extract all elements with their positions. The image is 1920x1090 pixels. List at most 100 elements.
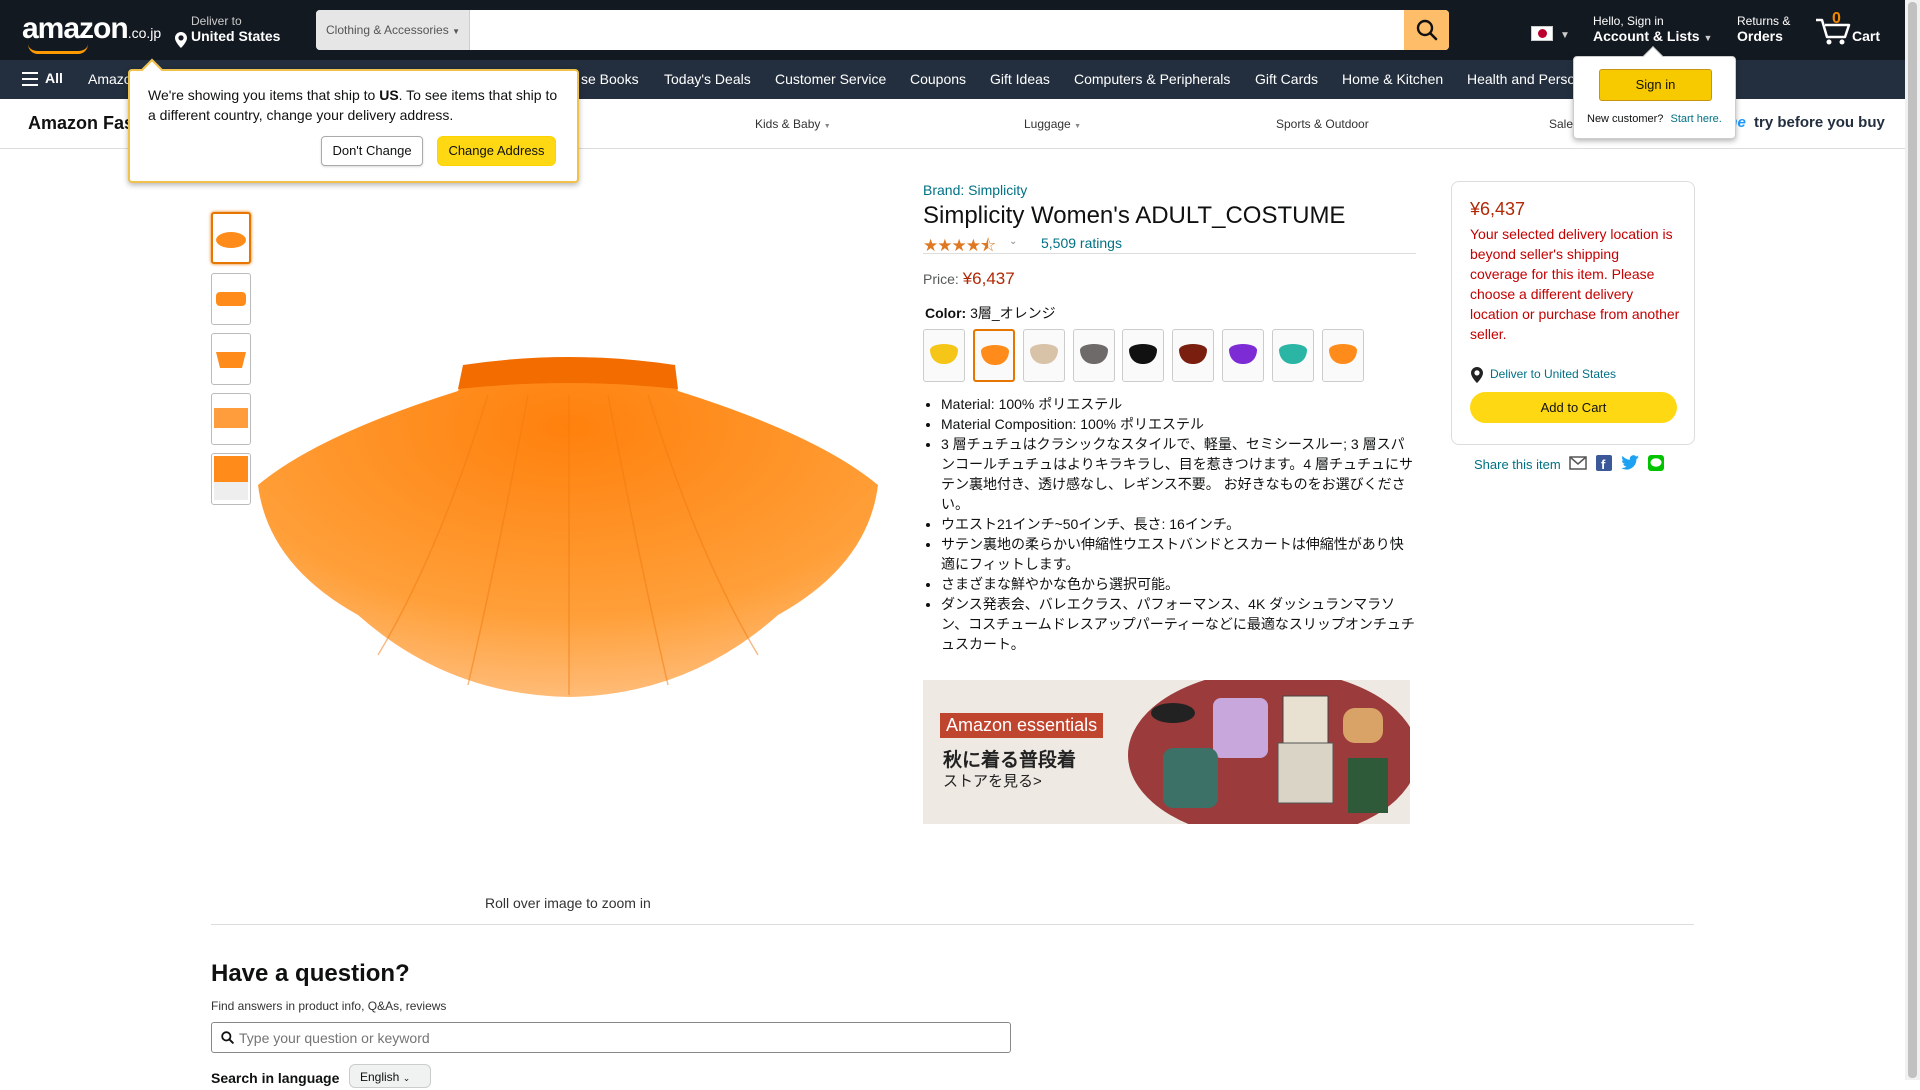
- deliver-to[interactable]: Deliver to United States: [175, 14, 281, 48]
- returns-and-orders[interactable]: Returns & Orders: [1737, 14, 1790, 44]
- ratings-link[interactable]: 5,509 ratings: [1041, 235, 1122, 251]
- delivery-popover: We're showing you items that ship to US.…: [128, 58, 579, 183]
- facebook-share-icon[interactable]: f: [1596, 455, 1612, 471]
- question-search-box: [211, 1022, 1011, 1053]
- color-swatch[interactable]: [1023, 329, 1065, 382]
- color-swatch[interactable]: [1322, 329, 1364, 382]
- account-and-lists[interactable]: Hello, Sign in Account & Lists ▼: [1593, 14, 1712, 44]
- japan-flag-icon[interactable]: [1531, 26, 1553, 41]
- color-swatch[interactable]: [1272, 329, 1314, 382]
- question-title: Have a question?: [211, 960, 410, 987]
- color-selection-label: Color: 3層_オレンジ: [925, 305, 1056, 321]
- subnav-item-sale[interactable]: Sale: [1549, 117, 1573, 131]
- language-select[interactable]: English ⌄: [349, 1064, 431, 1088]
- nav-item-books[interactable]: se Books: [581, 71, 639, 87]
- tutu-thumb-icon: [214, 456, 248, 500]
- product-main-image[interactable]: [258, 355, 880, 700]
- feature-bullet: Material: 100% ポリエステル: [941, 394, 1417, 414]
- subnav-item-sports-outdoor[interactable]: Sports & Outdoor: [1276, 117, 1369, 131]
- start-here-link[interactable]: Start here.: [1670, 113, 1721, 125]
- feature-bullet: ウエスト21インチ~50インチ、長さ: 16インチ。: [941, 514, 1417, 534]
- color-swatch[interactable]: [923, 329, 965, 382]
- search-category-dropdown[interactable]: Clothing & Accessories ▼: [316, 10, 470, 50]
- nav-item-customer-service[interactable]: Customer Service: [775, 71, 886, 87]
- top-bar: amazon.co.jp Deliver to United States Cl…: [0, 0, 1920, 60]
- promo-badge: Amazon essentials: [940, 713, 1104, 738]
- product-title: Simplicity Women's ADULT_COSTUME: [923, 202, 1346, 229]
- sign-in-button[interactable]: Sign in: [1599, 69, 1712, 101]
- thumbnail-2[interactable]: [211, 273, 251, 325]
- tutu-thumb-icon: [214, 408, 248, 428]
- email-share-icon[interactable]: [1569, 456, 1587, 470]
- feature-bullet: Material Composition: 100% ポリエステル: [941, 414, 1417, 434]
- nav-item-home-kitchen[interactable]: Home & Kitchen: [1342, 71, 1443, 87]
- svg-text:f: f: [1601, 457, 1606, 471]
- new-customer-label: New customer?: [1587, 113, 1664, 125]
- amazon-logo[interactable]: amazon.co.jp: [22, 12, 161, 54]
- swatch-tutu-icon: [930, 344, 958, 364]
- cart-count: 0: [1832, 10, 1841, 27]
- rating-chevron-down-icon[interactable]: ⌄: [1009, 236, 1017, 247]
- signin-popover: Sign in New customer? Start here.: [1573, 46, 1736, 139]
- deliver-line2: United States: [191, 28, 281, 44]
- cart-label: Cart: [1852, 28, 1881, 44]
- buy-box: ¥6,437 Your selected delivery location i…: [1451, 181, 1695, 445]
- feature-bullet: さまざまな鮮やかな色から選択可能。: [941, 574, 1417, 594]
- line-share-icon[interactable]: [1648, 455, 1664, 471]
- swatch-tutu-icon: [1080, 344, 1108, 364]
- search-language-label: Search in language: [211, 1070, 340, 1086]
- zoom-hint: Roll over image to zoom in: [485, 895, 651, 911]
- promo-line2: ストアを見る>: [943, 773, 1042, 790]
- color-swatch[interactable]: [1172, 329, 1214, 382]
- deliver-to-link[interactable]: Deliver to United States: [1490, 367, 1616, 381]
- search-icon: [1416, 19, 1437, 41]
- thumbnail-5[interactable]: [211, 453, 251, 505]
- logo-smile-icon: [28, 44, 88, 54]
- shipping-warning: Your selected delivery location is beyon…: [1470, 226, 1680, 342]
- change-address-button[interactable]: Change Address: [437, 136, 556, 166]
- subnav-item-kids-baby[interactable]: Kids & Baby ▼: [755, 117, 831, 131]
- search-button[interactable]: [1404, 10, 1449, 50]
- swatch-tutu-icon: [1329, 344, 1357, 364]
- hamburger-icon: [22, 72, 38, 86]
- brand-link[interactable]: Brand: Simplicity: [923, 182, 1027, 198]
- try-before-you-buy[interactable]: try before you buy: [1754, 114, 1885, 131]
- delivery-popover-text: We're showing you items that ship to US.…: [148, 87, 558, 123]
- thumbnail-3[interactable]: [211, 333, 251, 385]
- amazon-essentials-banner[interactable]: Amazon essentials 秋に着る普段着 ストアを見る>: [923, 680, 1410, 824]
- nav-item-todays-deals[interactable]: Today's Deals: [664, 71, 751, 87]
- thumbnail-1[interactable]: [211, 212, 251, 264]
- scrollbar[interactable]: [1905, 0, 1920, 1080]
- color-swatch[interactable]: [1122, 329, 1164, 382]
- subnav-item-luggage[interactable]: Luggage ▼: [1024, 117, 1081, 131]
- color-swatch[interactable]: [973, 329, 1015, 382]
- cart-button[interactable]: 0 Cart: [1814, 10, 1884, 50]
- add-to-cart-button[interactable]: Add to Cart: [1470, 392, 1677, 423]
- dont-change-button[interactable]: Don't Change: [321, 136, 423, 166]
- search-input[interactable]: [471, 10, 1369, 50]
- star-rating-icon[interactable]: ★★★★⯪: [923, 233, 996, 262]
- question-input[interactable]: [239, 1023, 999, 1052]
- color-swatch[interactable]: [1222, 329, 1264, 382]
- twitter-share-icon[interactable]: [1621, 455, 1639, 471]
- clothing-collage-icon: [1151, 695, 1388, 813]
- thumbnail-4[interactable]: [211, 393, 251, 445]
- divider: [923, 253, 1416, 254]
- subnav-brand[interactable]: Amazon Fas: [28, 113, 134, 134]
- nav-item-computers[interactable]: Computers & Peripherals: [1074, 71, 1230, 87]
- nav-item-amazon[interactable]: Amazo: [88, 71, 132, 87]
- nav-item-gift-ideas[interactable]: Gift Ideas: [990, 71, 1050, 87]
- swatch-tutu-icon: [1179, 344, 1207, 364]
- search-bar: Clothing & Accessories ▼: [316, 10, 1449, 50]
- color-swatch[interactable]: [1073, 329, 1115, 382]
- price-row: Price: ¥6,437: [923, 269, 1015, 288]
- language-caret-icon[interactable]: ▼: [1560, 30, 1570, 41]
- swatch-tutu-icon: [1279, 344, 1307, 364]
- scrollbar-thumb[interactable]: [1908, 2, 1917, 1078]
- nav-item-health[interactable]: Health and Perso: [1467, 71, 1575, 87]
- feature-bullets: Material: 100% ポリエステル Material Compositi…: [925, 394, 1417, 654]
- nav-item-coupons[interactable]: Coupons: [910, 71, 966, 87]
- swatch-tutu-icon: [981, 345, 1009, 365]
- promo-line1: 秋に着る普段着: [943, 750, 1077, 771]
- nav-item-gift-cards[interactable]: Gift Cards: [1255, 71, 1318, 87]
